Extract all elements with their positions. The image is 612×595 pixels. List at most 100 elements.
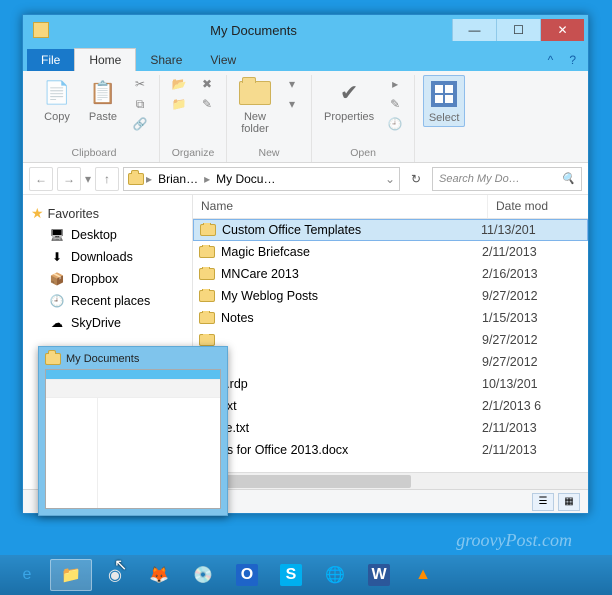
scrollbar-thumb[interactable] (211, 475, 411, 488)
easy-access-button[interactable]: ▾ (281, 95, 303, 113)
taskbar-vlc-button[interactable]: ▲ (402, 559, 444, 591)
copy-button[interactable]: 📄Copy (37, 75, 77, 125)
help-button[interactable]: ? (561, 49, 584, 71)
breadcrumb[interactable]: ▸ Brian… ▸ My Docu… ⌄ (123, 167, 400, 191)
taskbar-firefox2-button[interactable]: 🌐 (314, 559, 356, 591)
refresh-button[interactable]: ↻ (404, 172, 428, 186)
paste-button[interactable]: 📋Paste (83, 75, 123, 125)
watermark: groovyPost.com (456, 530, 572, 551)
breadcrumb-item[interactable]: Brian… (154, 172, 202, 186)
sidebar-item-dropbox[interactable]: 📦Dropbox (27, 268, 188, 290)
move-to-button[interactable]: 📂 (168, 75, 190, 93)
rename-button[interactable]: ✎ (196, 95, 218, 113)
back-button[interactable]: ← (29, 167, 53, 191)
select-button[interactable]: Select (423, 75, 465, 127)
tab-file[interactable]: File (27, 49, 74, 71)
titlebar[interactable]: My Documents — ☐ ✕ (23, 15, 588, 45)
recent-places-icon: 🕘 (49, 293, 65, 309)
taskbar-chrome-button[interactable]: ◉ (94, 559, 136, 591)
taskbar-firefox-button[interactable]: 🦊 (138, 559, 180, 591)
file-row[interactable]: 📄lt.rdp10/13/201 (193, 373, 588, 395)
skype-icon: S (280, 564, 302, 586)
file-row[interactable]: 📄es for Office 2013.docx2/11/2013 (193, 439, 588, 461)
breadcrumb-item[interactable]: My Docu… (212, 172, 279, 186)
thumbnails-view-button[interactable]: ▦ (558, 493, 580, 511)
properties-icon: ✔ (333, 77, 365, 109)
cut-button[interactable]: ✂ (129, 75, 151, 93)
recent-locations-button[interactable]: ▾ (85, 172, 91, 186)
folder-icon (200, 224, 216, 236)
search-input[interactable]: Search My Do…🔍 (432, 167, 582, 191)
delete-button[interactable]: ✖ (196, 75, 218, 93)
dropbox-icon: 📦 (49, 271, 65, 287)
paste-shortcut-button[interactable]: 🔗 (129, 115, 151, 133)
forward-button[interactable]: → (57, 167, 81, 191)
file-row[interactable]: My Weblog Posts9/27/2012 (193, 285, 588, 307)
file-row[interactable]: 📄ile.txt2/11/2013 (193, 417, 588, 439)
tab-view[interactable]: View (196, 49, 250, 71)
copy-to-button[interactable]: 📁 (168, 95, 190, 113)
sidebar-item-recent-places[interactable]: 🕘Recent places (27, 290, 188, 312)
sidebar-item-downloads[interactable]: ⬇Downloads (27, 246, 188, 268)
taskbar-word-button[interactable]: W (358, 559, 400, 591)
copy-icon: 📄 (41, 77, 73, 109)
taskbar-explorer-button[interactable]: 📁 (50, 559, 92, 591)
search-icon: 🔍 (561, 172, 575, 185)
edit-button[interactable]: ✎ (384, 95, 406, 113)
firefox2-icon: 🌐 (322, 562, 348, 588)
properties-button[interactable]: ✔Properties (320, 75, 378, 125)
tab-home[interactable]: Home (74, 48, 136, 71)
vlc-icon: ▲ (410, 562, 436, 588)
folder-icon (45, 353, 61, 365)
column-header-date[interactable]: Date mod (488, 195, 588, 218)
open-button[interactable]: ▸ (384, 75, 406, 93)
copy-path-button[interactable]: ⧉ (129, 95, 151, 113)
sidebar-item-skydrive[interactable]: ☁SkyDrive (27, 312, 188, 334)
path-dropdown-button[interactable]: ⌄ (385, 172, 395, 186)
star-icon: ★ (31, 205, 44, 222)
close-button[interactable]: ✕ (540, 19, 584, 41)
chrome-icon: ◉ (102, 562, 128, 588)
tab-share[interactable]: Share (136, 49, 196, 71)
collapse-ribbon-button[interactable]: ^ (540, 49, 562, 71)
taskbar-outlook-button[interactable]: O (226, 559, 268, 591)
file-row[interactable]: Magic Briefcase2/11/2013 (193, 241, 588, 263)
ribbon-group-select: Select (415, 75, 473, 162)
column-header-name[interactable]: Name (193, 195, 488, 218)
taskbar-preview[interactable]: My Documents (38, 346, 228, 516)
file-row[interactable]: 📄.txt2/1/2013 6 (193, 395, 588, 417)
folder-icon (128, 173, 144, 185)
favorites-header[interactable]: ★Favorites (27, 203, 188, 224)
window-title: My Documents (55, 23, 452, 38)
file-row[interactable]: MNCare 20132/16/2013 (193, 263, 588, 285)
ribbon-group-new: New folder ▾ ▾ New (227, 75, 312, 162)
preview-title: My Documents (66, 353, 139, 365)
ribbon-group-open: ✔Properties ▸ ✎ 🕘 Open (312, 75, 415, 162)
preview-thumbnail (45, 369, 221, 509)
up-button[interactable]: ↑ (95, 167, 119, 191)
minimize-button[interactable]: — (452, 19, 496, 41)
taskbar-ie-button[interactable]: e (6, 559, 48, 591)
ribbon: 📄Copy 📋Paste ✂ ⧉ 🔗 Clipboard 📂 📁 ✖ ✎ Org… (23, 71, 588, 163)
details-view-button[interactable]: ☰ (532, 493, 554, 511)
ribbon-tabs: File Home Share View ^ ? (23, 45, 588, 71)
maximize-button[interactable]: ☐ (496, 19, 540, 41)
ribbon-group-clipboard: 📄Copy 📋Paste ✂ ⧉ 🔗 Clipboard (29, 75, 160, 162)
taskbar-dvd-button[interactable]: 💿 (182, 559, 224, 591)
taskbar-skype-button[interactable]: S (270, 559, 312, 591)
folder-icon (199, 312, 215, 324)
file-row[interactable]: 9/27/2012 (193, 329, 588, 351)
file-row[interactable]: Notes1/15/2013 (193, 307, 588, 329)
desktop-icon: 🖥 (49, 227, 65, 243)
ie-icon: e (14, 562, 40, 588)
sidebar-item-desktop[interactable]: 🖥Desktop (27, 224, 188, 246)
file-row[interactable]: Custom Office Templates11/13/201 (193, 219, 588, 241)
taskbar: e 📁 ◉ 🦊 💿OS 🌐 W ▲ (0, 555, 612, 595)
history-button[interactable]: 🕘 (384, 115, 406, 133)
horizontal-scrollbar[interactable] (193, 472, 588, 489)
file-row[interactable]: 9/27/2012 (193, 351, 588, 373)
paste-icon: 📋 (87, 77, 119, 109)
new-item-button[interactable]: ▾ (281, 75, 303, 93)
new-folder-button[interactable]: New folder (235, 75, 275, 137)
firefox-icon: 🦊 (146, 562, 172, 588)
